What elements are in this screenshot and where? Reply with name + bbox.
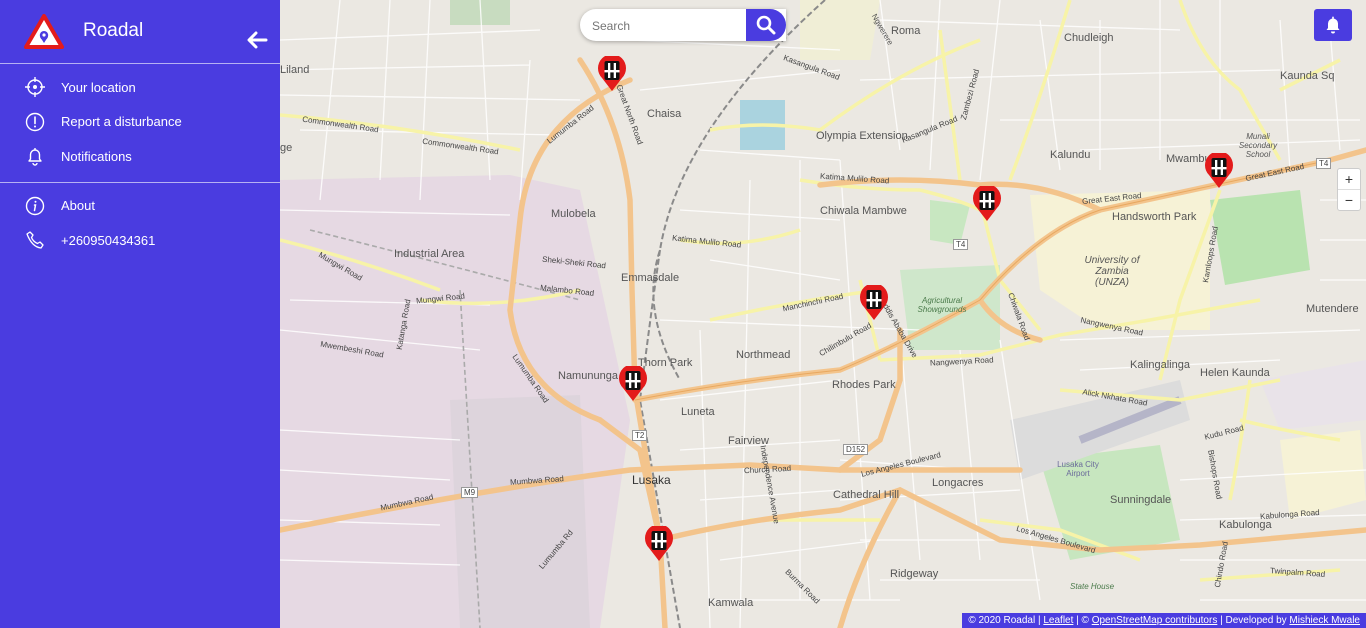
secondary-menu: About +260950434361 [0,183,280,266]
place-label: Industrial Area [394,248,465,260]
map-view[interactable]: Roma Ngwerere Chudleigh Kaunda Sq Liland… [280,0,1366,628]
brand-header: Roadal [0,0,280,64]
place-label: Northmead [736,349,791,361]
place-label: Roma [891,25,921,37]
place-label: Emmasdale [621,272,680,284]
disturbance-marker[interactable] [858,285,890,321]
search-button[interactable] [746,9,786,41]
place-label: Helen Kaunda [1200,367,1270,379]
place-label: Agricultural Showgrounds [917,296,967,314]
map-attribution: © 2020 Roadal | Leaflet | © OpenStreetMa… [962,613,1366,628]
developer-link[interactable]: Mishieck Mwale [1289,615,1360,626]
notifications-button[interactable] [1314,9,1352,41]
attribution-prefix: © 2020 Roadal | [968,615,1044,626]
menu-item-label: Report a disturbance [61,114,182,130]
info-icon [24,195,46,217]
zoom-in-button[interactable]: + [1338,169,1360,189]
menu-item-phone[interactable]: +260950434361 [0,223,280,258]
place-label: Kamwala [708,597,754,609]
search-icon [756,15,776,35]
attribution-sep: | © [1073,615,1092,626]
place-label: Ridgeway [890,568,939,580]
place-label: Mulobela [551,208,596,220]
disturbance-marker[interactable] [643,526,675,562]
road-shield: M9 [461,487,479,498]
road-shield: T4 [953,239,969,250]
disturbance-marker[interactable] [596,56,628,92]
place-label: Kalingalinga [1130,359,1190,371]
phone-icon [24,229,46,251]
search-input[interactable] [590,9,744,43]
menu-item-label: Notifications [61,148,132,164]
road-shield: T2 [632,430,648,441]
osm-link[interactable]: OpenStreetMap contributors [1092,615,1218,626]
place-label: Liland [280,64,310,76]
disturbance-marker[interactable] [1203,153,1235,189]
place-label: Chudleigh [1064,32,1114,44]
bell-icon [1326,16,1340,34]
menu-item-your-location[interactable]: Your location [0,70,280,105]
place-label: Lusaka [632,473,671,487]
crosshair-icon [24,76,46,98]
map-tiles [280,0,1366,628]
menu-item-label: +260950434361 [61,232,156,248]
menu-item-report-disturbance[interactable]: Report a disturbance [0,105,280,140]
roadal-logo [24,14,64,49]
place-label: Sunningdale [1110,494,1172,506]
attribution-dev-prefix: | Developed by [1217,615,1290,626]
menu-item-notifications[interactable]: Notifications [0,139,280,174]
place-label: Luneta [681,406,715,418]
place-label: Longacres [932,477,984,489]
place-label: Chiwala Mambwe [820,205,907,217]
place-label: Chaisa [647,108,682,120]
place-label: University of Zambia (UNZA) [1084,255,1140,288]
zoom-out-button[interactable]: − [1338,189,1360,210]
place-label: State House [1070,582,1115,591]
place-label: Mutendere [1306,303,1359,315]
zoom-control: + − [1337,168,1361,211]
sidebar: Roadal Your location Report a disturbanc… [0,0,280,628]
menu-item-label: About [61,198,95,214]
disturbance-marker[interactable] [971,186,1003,222]
road-shield: D152 [843,444,869,455]
disturbance-marker[interactable] [617,366,649,402]
menu-item-about[interactable]: About [0,189,280,224]
place-label: Munali Secondary School [1238,132,1278,159]
app: Roadal Your location Report a disturbanc… [0,0,1366,628]
road-shield: T4 [1316,158,1332,169]
menu-item-label: Your location [61,79,136,95]
place-label: Namununga [558,370,618,382]
place-label: Cathedral Hill [833,489,900,501]
place-label: Handsworth Park [1112,211,1197,223]
place-label: Kalundu [1050,149,1091,161]
place-label: Lusaka City Airport [1057,460,1099,478]
arrow-left-icon[interactable] [246,30,268,50]
place-label: Rhodes Park [832,379,896,391]
place-label: Kaunda Sq [1280,70,1335,82]
main-menu: Your location Report a disturbance Notif… [0,64,280,182]
place-label: ge [280,142,293,154]
app-title: Roadal [83,20,144,41]
leaflet-link[interactable]: Leaflet [1043,615,1073,626]
place-label: Olympia Extension [816,130,908,142]
bell-icon [24,145,46,167]
alert-circle-icon [24,111,46,133]
